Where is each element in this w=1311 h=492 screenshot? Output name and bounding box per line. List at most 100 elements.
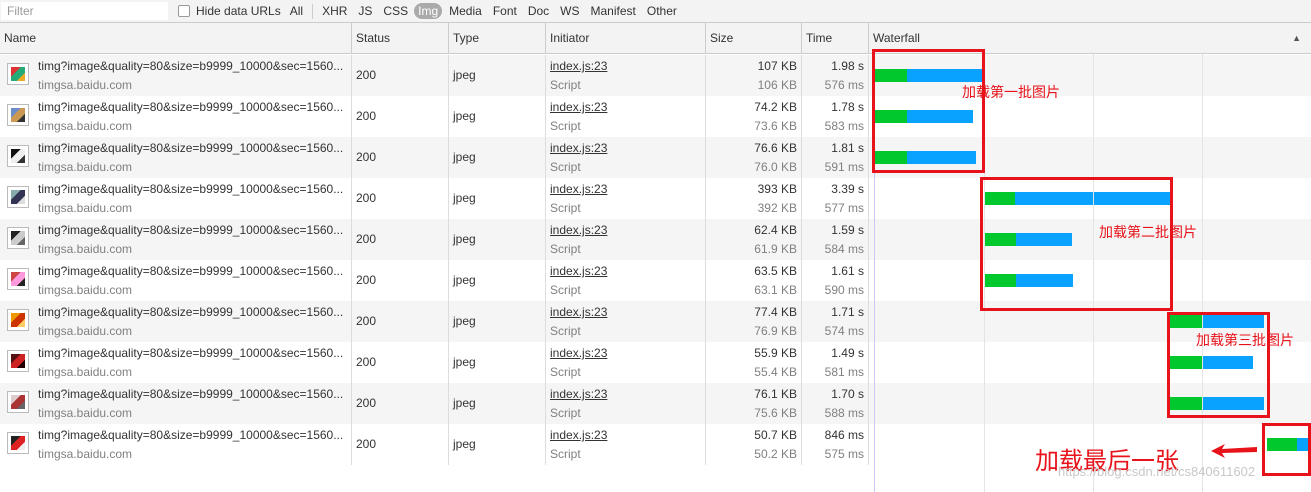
column-header-name[interactable]: Name (0, 23, 352, 54)
column-header-type[interactable]: Type (449, 23, 546, 54)
initiator-link[interactable]: index.js:23 (550, 59, 607, 73)
filter-all[interactable]: All (288, 3, 305, 19)
table-row[interactable]: timg?image&quality=80&size=b9999_10000&s… (0, 96, 1311, 137)
resource-size: 76.0 KB (754, 160, 797, 174)
status-code: 200 (356, 314, 377, 328)
hide-data-urls-toggle[interactable]: Hide data URLs (178, 4, 281, 18)
request-name[interactable]: timg?image&quality=80&size=b9999_10000&s… (38, 387, 350, 401)
filter-manifest[interactable]: Manifest (589, 3, 638, 19)
annotation-box-last (1262, 423, 1311, 476)
mime-type: jpeg (453, 355, 476, 369)
mime-type: jpeg (453, 396, 476, 410)
column-header-initiator[interactable]: Initiator (546, 23, 706, 54)
request-domain: timgsa.baidu.com (38, 78, 133, 92)
mime-type: jpeg (453, 191, 476, 205)
initiator-type: Script (550, 78, 581, 92)
table-row[interactable]: timg?image&quality=80&size=b9999_10000&s… (0, 137, 1311, 178)
resource-size: 73.6 KB (754, 119, 797, 133)
request-name[interactable]: timg?image&quality=80&size=b9999_10000&s… (38, 428, 350, 442)
latency: 590 ms (824, 283, 864, 297)
initiator-link[interactable]: index.js:23 (550, 305, 607, 319)
table-row[interactable]: timg?image&quality=80&size=b9999_10000&s… (0, 342, 1311, 383)
request-name[interactable]: timg?image&quality=80&size=b9999_10000&s… (38, 100, 350, 114)
mime-type: jpeg (453, 232, 476, 246)
filter-media[interactable]: Media (447, 3, 484, 19)
initiator-type: Script (550, 160, 581, 174)
latency: 575 ms (824, 447, 864, 461)
image-thumbnail (7, 186, 29, 208)
latency: 581 ms (824, 365, 864, 379)
total-time: 846 ms (824, 428, 864, 442)
column-header-time[interactable]: Time (802, 23, 869, 54)
initiator-link[interactable]: index.js:23 (550, 100, 607, 114)
image-thumbnail (7, 104, 29, 126)
transfer-size: 63.5 KB (754, 264, 797, 278)
filter-img[interactable]: Img (414, 3, 443, 19)
status-code: 200 (356, 68, 377, 82)
request-name[interactable]: timg?image&quality=80&size=b9999_10000&s… (38, 59, 350, 73)
table-row[interactable]: timg?image&quality=80&size=b9999_10000&s… (0, 383, 1311, 424)
image-thumbnail (7, 227, 29, 249)
filter-css[interactable]: CSS (381, 3, 410, 19)
total-time: 1.49 s (831, 346, 864, 360)
request-domain: timgsa.baidu.com (38, 242, 133, 256)
image-thumbnail (7, 63, 29, 85)
request-name[interactable]: timg?image&quality=80&size=b9999_10000&s… (38, 141, 350, 155)
transfer-size: 77.4 KB (754, 305, 797, 319)
latency: 576 ms (824, 78, 864, 92)
request-domain: timgsa.baidu.com (38, 406, 133, 420)
initiator-link[interactable]: index.js:23 (550, 182, 607, 196)
initiator-link[interactable]: index.js:23 (550, 387, 607, 401)
filter-ws[interactable]: WS (558, 3, 581, 19)
table-row[interactable]: timg?image&quality=80&size=b9999_10000&s… (0, 55, 1311, 96)
filter-doc[interactable]: Doc (526, 3, 551, 19)
transfer-size: 55.9 KB (754, 346, 797, 360)
resource-size: 76.9 KB (754, 324, 797, 338)
status-code: 200 (356, 191, 377, 205)
filter-font[interactable]: Font (491, 3, 519, 19)
filter-js[interactable]: JS (356, 3, 374, 19)
resource-size: 392 KB (757, 201, 797, 215)
initiator-link[interactable]: index.js:23 (550, 264, 607, 278)
resource-size: 55.4 KB (754, 365, 797, 379)
initiator-link[interactable]: index.js:23 (550, 346, 607, 360)
column-header-status[interactable]: Status (352, 23, 449, 54)
total-time: 1.81 s (831, 141, 864, 155)
initiator-link[interactable]: index.js:23 (550, 141, 607, 155)
filter-input[interactable] (1, 2, 168, 20)
request-domain: timgsa.baidu.com (38, 201, 133, 215)
request-name[interactable]: timg?image&quality=80&size=b9999_10000&s… (38, 264, 350, 278)
annotation-box-batch3 (1167, 312, 1270, 418)
filter-xhr[interactable]: XHR (320, 3, 349, 19)
image-thumbnail (7, 309, 29, 331)
status-code: 200 (356, 273, 377, 287)
sort-ascending-icon[interactable]: ▲ (1292, 23, 1301, 54)
status-code: 200 (356, 232, 377, 246)
resource-size: 63.1 KB (754, 283, 797, 297)
total-time: 1.71 s (831, 305, 864, 319)
initiator-link[interactable]: index.js:23 (550, 223, 607, 237)
annotation-label-batch1: 加载第一批图片 (962, 84, 1060, 100)
filter-other[interactable]: Other (645, 3, 679, 19)
latency: 583 ms (824, 119, 864, 133)
request-domain: timgsa.baidu.com (38, 447, 133, 461)
request-name[interactable]: timg?image&quality=80&size=b9999_10000&s… (38, 305, 350, 319)
request-name[interactable]: timg?image&quality=80&size=b9999_10000&s… (38, 182, 350, 196)
latency: 591 ms (824, 160, 864, 174)
column-header-size[interactable]: Size (706, 23, 802, 54)
status-code: 200 (356, 150, 377, 164)
toolbar-divider (312, 3, 314, 19)
transfer-size: 62.4 KB (754, 223, 797, 237)
request-domain: timgsa.baidu.com (38, 365, 133, 379)
request-name[interactable]: timg?image&quality=80&size=b9999_10000&s… (38, 223, 350, 237)
latency: 588 ms (824, 406, 864, 420)
waterfall-gridline (1202, 54, 1203, 492)
hide-data-urls-checkbox[interactable] (178, 5, 190, 17)
image-thumbnail (7, 391, 29, 413)
initiator-type: Script (550, 324, 581, 338)
request-name[interactable]: timg?image&quality=80&size=b9999_10000&s… (38, 346, 350, 360)
transfer-size: 76.6 KB (754, 141, 797, 155)
total-time: 1.98 s (831, 59, 864, 73)
initiator-link[interactable]: index.js:23 (550, 428, 607, 442)
resource-size: 50.2 KB (754, 447, 797, 461)
